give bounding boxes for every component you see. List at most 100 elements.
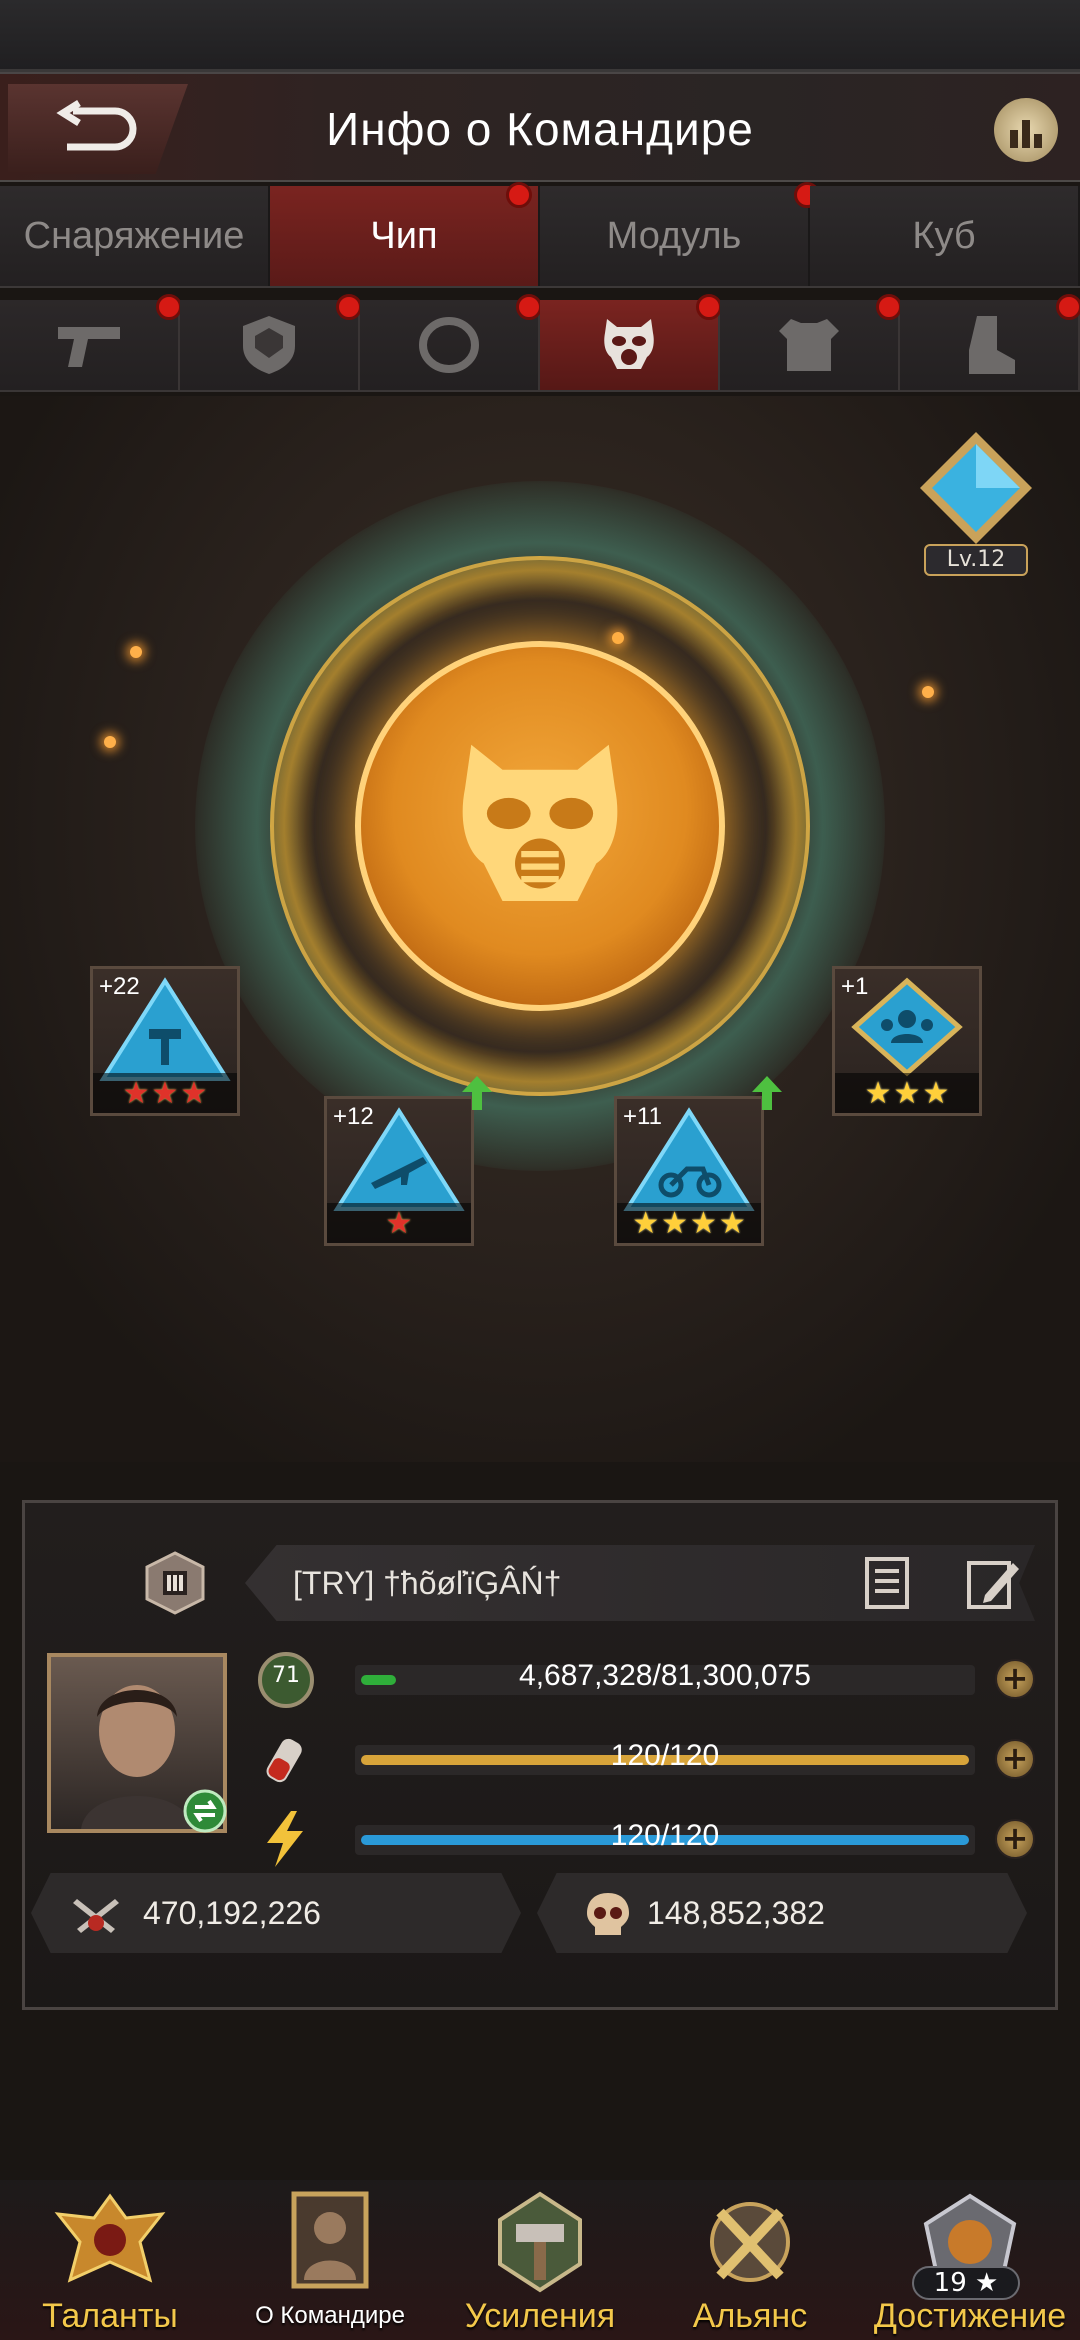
header-bar: Инфо о Командире <box>0 72 1080 182</box>
chip-plus-label: +22 <box>99 973 140 1000</box>
lightning-icon <box>267 1811 303 1867</box>
eagle-emblem-icon <box>54 2193 166 2283</box>
stamina-canister-icon <box>266 1738 302 1783</box>
notification-dot <box>516 294 542 320</box>
shield-icon <box>243 316 295 374</box>
tab-module-label: Модуль <box>606 214 742 257</box>
nav-alliance-label: Альянс <box>692 2297 808 2335</box>
energy-text: 120/120 <box>610 1819 720 1852</box>
tab-equipment[interactable]: Снаряжение <box>0 186 270 286</box>
crossed-guns-icon <box>73 1899 119 1933</box>
tab-chip-label: Чип <box>370 214 438 257</box>
nav-talents-label: Таланты <box>42 2297 178 2335</box>
exp-text: 4,687,328/81,300,075 <box>519 1659 811 1692</box>
star-icon: ★ <box>864 1075 892 1111</box>
nav-talents[interactable]: Таланты <box>10 2180 210 2340</box>
spark <box>612 632 624 644</box>
kills-pill: 148,852,382 <box>537 1873 1027 1953</box>
chip-slot-4[interactable]: +1 ★ ★ ★ <box>832 966 982 1116</box>
spark <box>130 646 142 658</box>
gas-mask-icon <box>604 319 654 369</box>
notification-dot <box>156 294 182 320</box>
edit-icon[interactable] <box>965 1555 1021 1611</box>
star-icon: ★ <box>632 1205 660 1241</box>
slot-tabs <box>0 294 1080 392</box>
armor-icon <box>779 319 839 371</box>
power-value: 470,192,226 <box>143 1895 321 1931</box>
stats-button[interactable] <box>994 98 1058 162</box>
chip-level-label: Lv.12 <box>924 544 1028 576</box>
star-icon: ★ <box>180 1075 208 1111</box>
notification-dot <box>506 182 532 208</box>
kills-value: 148,852,382 <box>647 1895 825 1931</box>
commander-panel: [TRY] †ħõøľïĢÂŃ† 71 4,687,328/81,300,075… <box>22 1500 1058 2010</box>
tab-cube-label: Куб <box>912 214 976 257</box>
notification-dot <box>696 294 722 320</box>
player-level: 71 <box>272 1663 300 1688</box>
chip-stage: Lv.12 +22 ★ ★ ★ +12 ★ +11 ★ ★ ★ ★ +1 ★ ★… <box>0 396 1080 1462</box>
star-icon: ★ <box>690 1205 717 1241</box>
skull-icon <box>587 1893 629 1935</box>
nav-commander-label: О Командире <box>255 2302 405 2329</box>
chip-slot-3[interactable]: +11 ★ ★ ★ ★ <box>614 1096 764 1246</box>
top-strip <box>0 0 1080 72</box>
center-chip-core[interactable] <box>355 641 725 1011</box>
exp-row: 71 4,687,328/81,300,075 + <box>255 1652 1035 1708</box>
add-stamina-button[interactable]: + <box>995 1739 1035 1779</box>
chip-level-badge[interactable]: Lv.12 <box>914 430 1038 580</box>
commander-portrait-icon <box>291 2191 369 2289</box>
chip-slot-1[interactable]: +22 ★ ★ ★ <box>90 966 240 1116</box>
spark <box>922 686 934 698</box>
nav-achievement-label: Достижение <box>873 2297 1067 2335</box>
upgrade-arrow-icon <box>752 1076 782 1110</box>
slot-gas-mask[interactable] <box>540 294 722 390</box>
ring-icon <box>419 317 479 373</box>
nav-boosts-label: Усиления <box>464 2297 616 2335</box>
add-exp-button[interactable]: + <box>995 1659 1035 1699</box>
chip-slot-2[interactable]: +12 ★ <box>324 1096 474 1246</box>
slot-weapon[interactable] <box>0 294 182 390</box>
star-icon: ★ <box>661 1205 688 1241</box>
star-icon: ★ <box>922 1075 950 1111</box>
nav-alliance[interactable]: Альянс <box>650 2180 850 2340</box>
swap-icon[interactable] <box>179 1789 231 1833</box>
diamond-icon <box>920 432 1032 544</box>
chip-stars: ★ ★ ★ <box>93 1073 237 1113</box>
pistol-icon <box>58 327 120 367</box>
alliance-emblem-icon <box>710 2202 790 2282</box>
tab-equipment-label: Снаряжение <box>23 214 245 257</box>
stamina-text: 120/120 <box>610 1739 720 1772</box>
slot-armor[interactable] <box>720 294 902 390</box>
tab-cube[interactable]: Куб <box>810 186 1080 286</box>
details-icon[interactable] <box>863 1555 917 1611</box>
notification-dot <box>336 294 362 320</box>
add-energy-button[interactable]: + <box>995 1819 1035 1859</box>
stamina-row: 120/120 + <box>255 1735 1035 1785</box>
slot-shield[interactable] <box>180 294 362 390</box>
rank-badge-icon <box>145 1551 205 1615</box>
gas-mask-icon <box>462 744 618 901</box>
chip-plus-label: +12 <box>333 1103 374 1130</box>
upgrade-arrow-icon <box>462 1076 492 1110</box>
star-icon: ★ <box>122 1075 150 1111</box>
slot-boots[interactable] <box>900 294 1080 390</box>
hammer-emblem-icon <box>498 2191 582 2293</box>
nav-boosts[interactable]: Усиления <box>440 2180 640 2340</box>
star-icon: ★ <box>151 1075 179 1111</box>
energy-row: 120/120 + <box>255 1811 1035 1867</box>
bar-chart-icon <box>1010 120 1042 148</box>
power-pill: 470,192,226 <box>31 1873 521 1953</box>
main-tabs: Снаряжение Чип Модуль Куб <box>0 182 1080 288</box>
nav-achievement[interactable]: Достижение <box>870 2180 1070 2340</box>
tab-module[interactable]: Модуль <box>540 182 820 286</box>
tab-chip[interactable]: Чип <box>270 182 540 286</box>
chip-stars: ★ ★ ★ ★ <box>617 1203 761 1243</box>
nav-commander[interactable]: О Командире <box>230 2180 430 2340</box>
notification-dot <box>876 294 902 320</box>
player-name: [TRY] †ħõøľïĢÂŃ† <box>293 1565 562 1601</box>
spark <box>104 736 116 748</box>
star-icon: ★ <box>385 1205 413 1241</box>
slot-ring[interactable] <box>360 294 542 390</box>
page-title: Инфо о Командире <box>326 103 754 155</box>
avatar[interactable] <box>47 1653 227 1833</box>
